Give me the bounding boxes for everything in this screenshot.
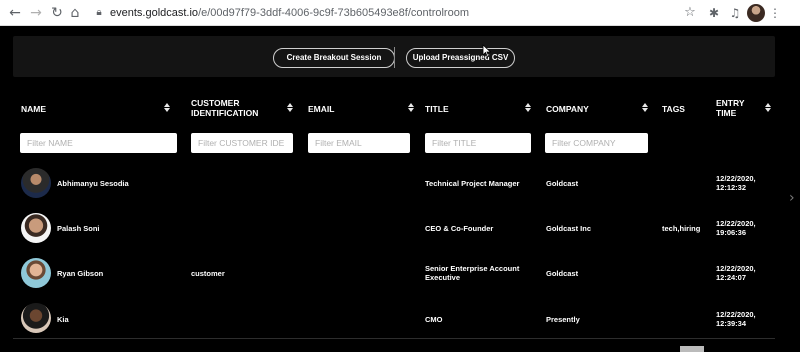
star-icon[interactable]: ☆ [681, 4, 699, 22]
address-bar[interactable]: events.goldcast.io/e/00d97f79-3ddf-4006-… [110, 6, 469, 20]
cell-title: Technical Project Manager [425, 179, 520, 188]
header-divider [394, 47, 395, 68]
avatar [21, 213, 51, 243]
table-row[interactable]: Ryan Gibson customer Senior Enterprise A… [13, 251, 775, 296]
cell-customer-id: customer [191, 269, 225, 278]
cell-name: Ryan Gibson [57, 269, 104, 278]
upload-preassigned-csv-button[interactable]: Upload Preassigned CSV [406, 48, 515, 68]
cell-company: Goldcast [546, 179, 579, 188]
column-header-email[interactable]: EMAIL [308, 104, 334, 114]
sort-title-icon[interactable] [525, 103, 531, 113]
cell-title: CMO [425, 315, 443, 324]
table-row[interactable]: Abhimanyu Sesodia Technical Project Mana… [13, 161, 775, 206]
cell-entry-time: 12/22/2020, 12:39:34 [716, 310, 756, 328]
filter-name-input[interactable] [20, 133, 177, 153]
profile-avatar[interactable] [747, 4, 765, 22]
reload-icon[interactable]: ↻ [48, 4, 66, 22]
cell-company: Goldcast [546, 269, 579, 278]
media-icon[interactable]: ♫ [726, 4, 744, 22]
home-icon[interactable]: ⌂ [66, 4, 84, 22]
chevron-right-icon[interactable]: › [789, 190, 795, 206]
url-host: events.goldcast.io [110, 7, 199, 19]
back-icon[interactable]: ← [6, 4, 24, 22]
column-header-entry-time[interactable]: ENTRY TIME [716, 98, 758, 118]
cell-company: Presently [546, 315, 580, 324]
cell-name: Abhimanyu Sesodia [57, 179, 129, 188]
cell-entry-time: 12/22/2020, 12:12:32 [716, 174, 756, 192]
create-breakout-session-button[interactable]: Create Breakout Session [273, 48, 395, 68]
filter-email-input[interactable] [308, 133, 410, 153]
column-header-name[interactable]: NAME [21, 104, 46, 114]
table-row[interactable]: Kia CMO Presently 12/22/2020, 12:39:34 [13, 296, 775, 341]
cell-name: Palash Soni [57, 224, 100, 233]
avatar [21, 303, 51, 333]
cell-tags: tech,hiring [662, 224, 701, 233]
cell-entry-time: 12/22/2020, 19:06:36 [716, 219, 756, 237]
sort-email-icon[interactable] [408, 103, 414, 113]
cell-name: Kia [57, 315, 69, 324]
menu-icon[interactable]: ⋮ [766, 4, 784, 22]
lock-icon[interactable]: 🔒︎ [92, 6, 106, 20]
extensions-icon[interactable]: ✱ [705, 4, 723, 22]
column-header-company[interactable]: COMPANY [546, 104, 589, 114]
filter-company-input[interactable] [545, 133, 648, 153]
table-footer-divider [13, 338, 775, 339]
pagination-current-page[interactable] [680, 346, 704, 352]
sort-company-icon[interactable] [642, 103, 648, 113]
filter-title-input[interactable] [425, 133, 531, 153]
cell-title: CEO & Co-Founder [425, 224, 494, 233]
column-header-tags[interactable]: TAGS [662, 104, 685, 114]
sort-entry-time-icon[interactable] [765, 103, 771, 113]
column-header-customer-identification[interactable]: CUSTOMER IDENTIFICATION [191, 98, 281, 118]
column-header-title[interactable]: TITLE [425, 104, 449, 114]
sort-name-icon[interactable] [164, 103, 170, 113]
url-path: /e/00d97f79-3ddf-4006-9c9f-73b605493e8f/… [198, 7, 469, 19]
avatar [21, 258, 51, 288]
cell-company: Goldcast Inc [546, 224, 592, 233]
table-row[interactable]: Palash Soni CEO & Co-Founder Goldcast In… [13, 206, 775, 251]
avatar [21, 168, 51, 198]
forward-icon[interactable]: → [27, 4, 45, 22]
cell-entry-time: 12/22/2020, 12:24:07 [716, 264, 756, 282]
filter-customer-id-input[interactable] [191, 133, 293, 153]
cell-title: Senior Enterprise Account Executive [425, 264, 520, 282]
browser-toolbar: ← → ↻ ⌂ 🔒︎ events.goldcast.io/e/00d97f79… [0, 0, 800, 26]
sort-customer-id-icon[interactable] [287, 103, 293, 113]
mouse-cursor-icon [482, 44, 492, 58]
